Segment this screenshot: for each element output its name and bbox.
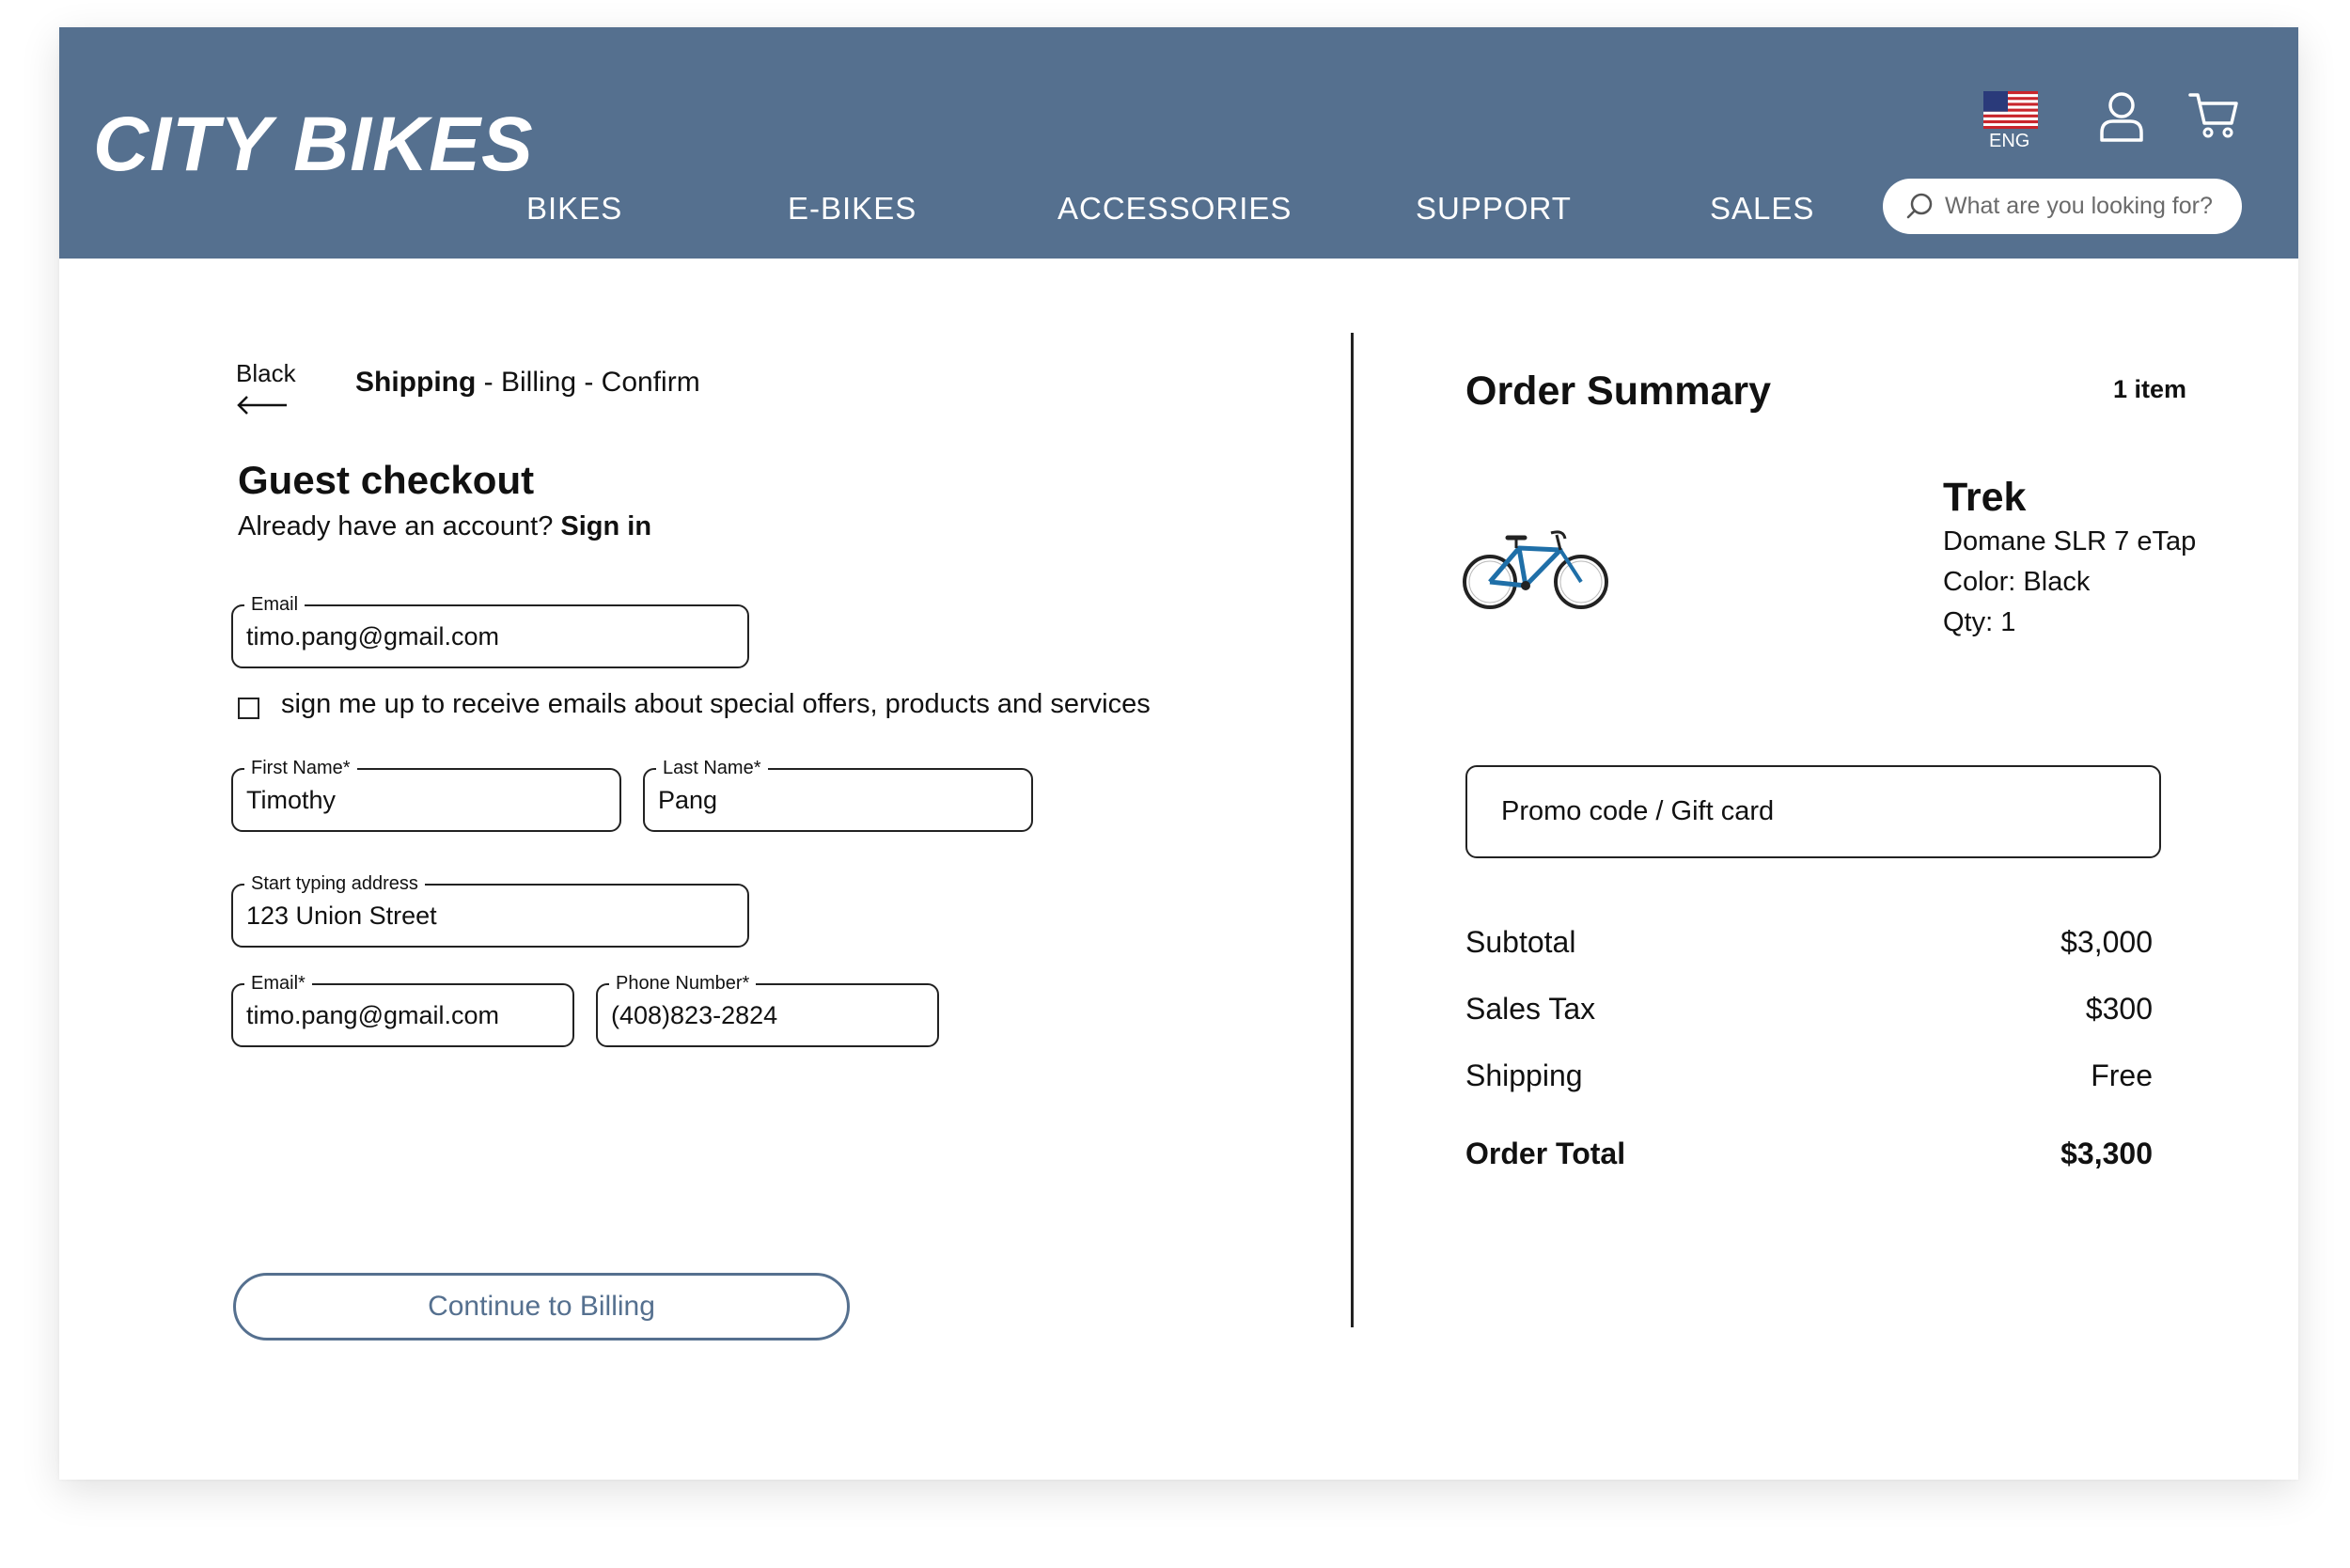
step-current: Shipping (355, 367, 477, 398)
first-name-input[interactable] (246, 770, 606, 830)
us-flag-icon[interactable] (1983, 91, 2038, 129)
optin-checkbox[interactable] (238, 698, 259, 719)
subtotal-value: $3,000 (2060, 925, 2153, 959)
shipping-value: Free (2091, 1058, 2153, 1092)
nav-bikes[interactable]: BIKES (526, 191, 622, 227)
order-total-value: $3,300 (2060, 1137, 2153, 1170)
address-field[interactable]: Start typing address (231, 872, 749, 948)
nav-sales[interactable]: SALES (1710, 191, 1814, 227)
item-count: 1 item (2113, 375, 2187, 403)
search-input[interactable] (1945, 179, 2227, 234)
sales-tax-label: Sales Tax (1465, 992, 1596, 1026)
promo-code-input[interactable] (1501, 767, 2140, 856)
product-qty: Qty: 1 (1943, 607, 2016, 637)
guest-checkout-subtitle: Already have an account? Sign in (238, 511, 651, 542)
guest-checkout-title: Guest checkout (238, 458, 535, 502)
product-brand: Trek (1943, 475, 2027, 520)
last-name-input[interactable] (658, 770, 1018, 830)
subtotal-label: Subtotal (1465, 925, 1576, 959)
continue-to-billing-button[interactable]: Continue to Billing (233, 1273, 850, 1341)
cart-icon[interactable] (2188, 91, 2239, 140)
phone-field[interactable]: Phone Number* (596, 972, 939, 1047)
search-bar[interactable] (1883, 179, 2242, 234)
page-card: CITY BIKES BIKES E-BIKES ACCESSORIES SUP… (59, 27, 2298, 1480)
back-label: Black (236, 359, 296, 387)
user-icon[interactable] (2099, 91, 2144, 142)
checkout-steps: Shipping - Billing - Confirm (355, 367, 700, 399)
column-divider (1351, 333, 1354, 1327)
first-name-field[interactable]: First Name* (231, 757, 621, 832)
already-have-account-text: Already have an account? (238, 511, 561, 541)
site-header: CITY BIKES BIKES E-BIKES ACCESSORIES SUP… (59, 27, 2298, 259)
site-logo[interactable]: CITY BIKES (93, 101, 534, 189)
product-model: Domane SLR 7 eTap (1943, 526, 2197, 557)
back-button[interactable]: Black (236, 359, 296, 415)
sales-tax-value: $300 (2085, 992, 2153, 1026)
nav-support[interactable]: SUPPORT (1416, 191, 1572, 227)
promo-code-field[interactable] (1465, 765, 2161, 858)
bike-product-image (1463, 530, 1608, 609)
sign-in-link[interactable]: Sign in (560, 511, 651, 541)
shipping-label: Shipping (1465, 1058, 1583, 1092)
nav-e-bikes[interactable]: E-BIKES (788, 191, 916, 227)
order-total-label: Order Total (1465, 1137, 1626, 1170)
step-rest: - Billing - Confirm (476, 367, 700, 398)
address-input[interactable] (246, 886, 734, 946)
order-summary-title: Order Summary (1465, 368, 1772, 414)
last-name-field[interactable]: Last Name* (643, 757, 1033, 832)
arrow-left-icon (237, 396, 287, 415)
language-label[interactable]: ENG (1989, 131, 2029, 152)
contact-email-field[interactable]: Email* (231, 972, 574, 1047)
email-field[interactable]: Email (231, 593, 749, 668)
phone-input[interactable] (611, 985, 924, 1045)
contact-email-input[interactable] (246, 985, 559, 1045)
nav-accessories[interactable]: ACCESSORIES (1058, 191, 1292, 227)
optin-label: sign me up to receive emails about speci… (281, 689, 1151, 719)
email-input[interactable] (246, 606, 734, 666)
search-icon (1906, 193, 1933, 219)
product-color: Color: Black (1943, 567, 2091, 597)
